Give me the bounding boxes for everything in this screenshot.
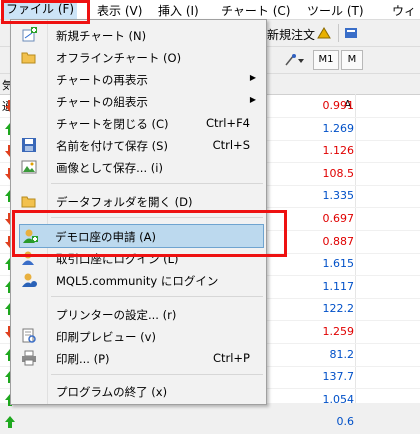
folder-open-icon <box>21 49 37 65</box>
menu-item-label: プリンターの設定... (r) <box>56 308 177 322</box>
menu-item-close-chart[interactable]: チャートを閉じる (C) Ctrl+F4 <box>13 112 264 134</box>
menu-item-label: チャートの組表示 <box>56 95 148 109</box>
menu-item-save-as[interactable]: 名前を付けて保存 (S) Ctrl+S <box>13 134 264 156</box>
ask-price: 1.615 <box>322 257 355 271</box>
save-icon <box>21 137 37 153</box>
menu-window[interactable]: ウィ <box>392 2 416 19</box>
menu-item-label: プログラムの終了 (x) <box>56 385 168 399</box>
menu-item-label: MQL5.community にログイン <box>56 274 219 288</box>
mql5-icon <box>21 272 37 288</box>
ask-price: 1.126 <box>322 144 355 158</box>
menu-view[interactable]: 表示 (V) <box>97 2 142 19</box>
shortcut-label: Ctrl+S <box>212 138 250 152</box>
menu-separator <box>51 296 263 297</box>
ask-price: 0.887 <box>322 234 355 248</box>
menu-item-label: オフラインチャート (O) <box>56 51 182 65</box>
menu-item-save-as-image[interactable]: 画像として保存... (i) <box>13 156 264 178</box>
new-order-button[interactable]: 新規注文 <box>267 26 315 43</box>
menu-separator <box>51 183 263 184</box>
expert-icon[interactable] <box>344 26 360 43</box>
menu-item-print-preview[interactable]: 印刷プレビュー (v) <box>13 325 264 347</box>
shortcut-label: Ctrl+P <box>212 351 250 365</box>
ask-price: 122.2 <box>322 302 355 316</box>
image-icon <box>21 159 37 175</box>
ask-price: 1.117 <box>322 279 355 293</box>
ask-price: 108.5 <box>322 166 355 180</box>
timeframe-m-button[interactable]: M <box>341 50 363 70</box>
menu-item-exit[interactable]: プログラムの終了 (x) <box>13 380 264 402</box>
menu-item-label: 印刷プレビュー (v) <box>56 330 156 344</box>
ask-price: 1.269 <box>322 121 355 135</box>
ask-price: 1.335 <box>322 189 355 203</box>
menu-item-label: データフォルダを開く (D) <box>56 195 193 209</box>
menu-item-chart-redisplay[interactable]: チャートの再表示 ▶ <box>13 68 264 90</box>
ask-price: 1.259 <box>322 325 355 338</box>
menu-item-label: 名前を付けて保存 (S) <box>56 139 168 153</box>
autotrading-icon[interactable] <box>316 26 332 43</box>
new-chart-icon <box>21 27 37 43</box>
toolbar-separator <box>338 24 339 42</box>
menu-item-chart-layout[interactable]: チャートの組表示 ▶ <box>13 90 264 112</box>
menu-item-label: チャートの再表示 <box>56 73 148 87</box>
menu-item-label: 画像として保存... (i) <box>56 161 163 175</box>
ask-price: 81.2 <box>329 347 355 361</box>
folder-icon <box>21 193 37 209</box>
menu-tools[interactable]: ツール (T) <box>307 2 364 19</box>
menu-item-label: 新規チャート (N) <box>56 29 147 43</box>
menu-item-offline-chart[interactable]: オフラインチャート (O) <box>13 46 264 68</box>
ask-price: 137.7 <box>322 370 355 384</box>
shortcut-label: Ctrl+F4 <box>205 116 250 130</box>
submenu-arrow-icon: ▶ <box>249 95 256 104</box>
chart-objects-icon[interactable] <box>284 53 306 70</box>
menu-chart[interactable]: チャート (C) <box>221 2 290 19</box>
menu-item-new-chart[interactable]: 新規チャート (N) <box>13 24 264 46</box>
menu-item-label: 印刷... (P) <box>56 352 110 366</box>
printer-icon <box>21 350 37 366</box>
menu-item-label: チャートを閉じる (C) <box>56 117 169 131</box>
ask-price: 0.6 <box>336 415 355 429</box>
menu-item-printer-setup[interactable]: プリンターの設定... (r) <box>13 303 264 325</box>
table-row[interactable]: 0.6 <box>0 412 420 434</box>
submenu-arrow-icon: ▶ <box>249 73 256 82</box>
print-preview-icon <box>21 328 37 344</box>
menu-separator <box>51 374 263 375</box>
ask-price: 0.697 <box>322 212 355 225</box>
ask-price: 0.991 <box>322 99 355 112</box>
highlight-box-file-menu <box>1 0 90 24</box>
menu-item-print[interactable]: 印刷... (P) Ctrl+P <box>13 347 264 369</box>
timeframe-m1-button[interactable]: M1 <box>313 50 339 70</box>
highlight-box-demo-account <box>12 210 287 257</box>
ask-price: 1.054 <box>322 392 355 406</box>
menu-insert[interactable]: 挿入 (I) <box>158 2 199 19</box>
menu-item-login-mql5[interactable]: MQL5.community にログイン <box>13 269 264 291</box>
menu-item-open-data-folder[interactable]: データフォルダを開く (D) <box>13 190 264 212</box>
arrow-up-icon <box>5 416 15 429</box>
